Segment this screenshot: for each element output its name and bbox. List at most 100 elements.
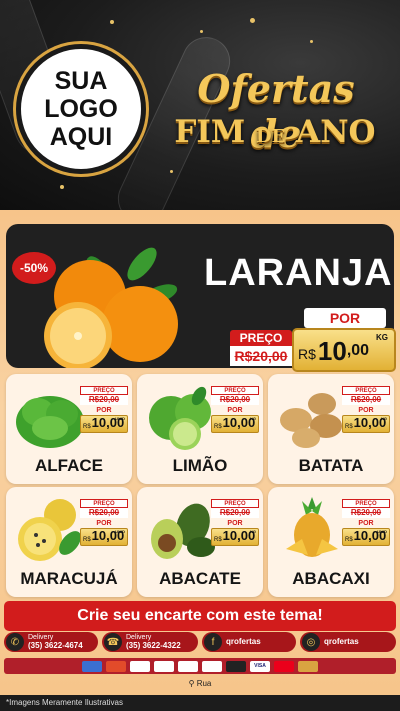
currency: R$	[83, 537, 91, 543]
currency: R$	[83, 424, 91, 430]
store-logo-placeholder[interactable]: SUA LOGO AQUI	[16, 44, 146, 174]
sparkle	[250, 18, 255, 23]
preco-label: PREÇO	[80, 386, 128, 395]
old-price: R$20,00	[342, 508, 390, 518]
por-label: POR	[358, 407, 374, 414]
avocado-image	[151, 503, 215, 559]
logo-line-3: AQUI	[49, 123, 113, 151]
whatsapp-icon: ✆	[6, 633, 24, 651]
payment-method-icon: VISA	[250, 660, 270, 672]
phone-icon: ☎	[104, 633, 122, 651]
logo-line-1: SUA	[54, 67, 108, 95]
por-label: POR	[304, 308, 386, 328]
payment-method-icon	[130, 660, 150, 672]
contact-facebook[interactable]: f qrofertas	[202, 632, 296, 652]
pineapple-image	[286, 497, 338, 557]
preco-label: PREÇO	[80, 499, 128, 508]
product-name: LIMÃO	[172, 456, 228, 475]
product-card[interactable]: PREÇO R$20,00 POR R$ 10,00 KG ABACATE	[137, 487, 263, 597]
sparkle	[310, 40, 313, 43]
header-banner: SUA LOGO AQUI Ofertas de FIM DE ANO	[0, 0, 400, 210]
headline-word-ano: ANO	[296, 114, 376, 150]
old-price: R$20,00	[230, 346, 292, 366]
unit-label: UNID	[115, 529, 125, 534]
sparkle	[170, 170, 173, 173]
contact-instagram[interactable]: ◎ qrofertas	[300, 632, 396, 652]
sparkle	[110, 20, 114, 24]
payment-method-icon	[82, 660, 102, 672]
currency: R$	[214, 537, 222, 543]
preco-label: PREÇO	[342, 386, 390, 395]
product-name: MARACUJÁ	[20, 569, 118, 588]
cta-banner[interactable]: Crie seu encarte com este tema!	[4, 601, 396, 631]
price-box: R$ 10,00 KG	[211, 528, 259, 546]
currency: R$	[298, 346, 316, 362]
price-tag: PREÇO R$20,00 POR R$ 10,00 KG	[211, 499, 259, 546]
potato-image	[280, 393, 342, 448]
price-tag: PREÇO R$20,00 POR R$ 10,00 UNID	[80, 499, 128, 546]
payment-method-icon	[226, 660, 246, 672]
contact-value: (35) 3622-4674	[28, 640, 83, 650]
price-box: R$ 10,00 UNID	[80, 415, 128, 433]
instagram-icon: ◎	[302, 633, 320, 651]
product-name: ABACATE	[159, 569, 241, 588]
lettuce-image	[16, 396, 84, 448]
product-card[interactable]: PREÇO R$20,00 POR R$ 10,00 KG LIMÃO	[137, 374, 263, 484]
contact-label: Delivery	[28, 633, 54, 641]
contact-text: Delivery (35) 3622-4674	[28, 634, 83, 651]
currency: R$	[214, 424, 222, 430]
lime-image	[149, 386, 211, 450]
contact-whatsapp[interactable]: ✆ Delivery (35) 3622-4674	[4, 632, 98, 652]
unit-label: KG	[381, 416, 387, 421]
price-tag: PREÇO R$20,00 POR R$ 10,00 KG	[342, 386, 390, 433]
payment-method-icon	[298, 660, 318, 672]
contact-text: qrofertas	[324, 637, 359, 647]
product-name: BATATA	[298, 456, 364, 475]
footer-disclaimer: *Imagens Meramente Ilustrativas	[0, 695, 400, 711]
product-card[interactable]: PREÇO R$20,00 POR R$ 10,00 UNID MARACUJÁ	[6, 487, 132, 597]
preco-label: PREÇO	[211, 499, 259, 508]
contact-bar: ✆ Delivery (35) 3622-4674 ☎ Delivery (35) …	[0, 632, 400, 656]
price-box: R$ 10,00 KG	[342, 415, 390, 433]
price-box: R$ 10,00 UNID	[80, 528, 128, 546]
payment-method-icon	[274, 660, 294, 672]
product-card[interactable]: PREÇO R$20,00 POR R$ 10,00 UNID ALFACE	[6, 374, 132, 484]
featured-product-card[interactable]: -50% LARANJA POR PREÇO R$20,00 R$ 10 ,00…	[6, 224, 396, 372]
address-line: ⚲ Rua	[0, 679, 400, 695]
discount-badge: -50%	[12, 252, 56, 284]
currency: R$	[345, 424, 353, 430]
payment-methods-bar: VISA	[4, 658, 396, 674]
logo-line-2: LOGO	[44, 95, 118, 123]
por-label: POR	[227, 520, 243, 527]
product-card[interactable]: PREÇO R$20,00 POR R$ 10,00 KG BATATA	[268, 374, 394, 484]
por-label: POR	[227, 407, 243, 414]
preco-label: PREÇO	[211, 386, 259, 395]
facebook-icon: f	[204, 633, 222, 651]
location-pin-icon: ⚲	[188, 679, 195, 688]
price-box: R$ 10,00 UNID	[342, 528, 390, 546]
preco-label: PREÇO	[342, 499, 390, 508]
currency: R$	[345, 537, 353, 543]
product-card[interactable]: PREÇO R$20,00 POR R$ 10,00 UNID ABACAXI	[268, 487, 394, 597]
orange-image	[44, 247, 178, 368]
old-price: R$20,00	[80, 508, 128, 518]
contact-phone[interactable]: ☎ Delivery (35) 3622-4322	[102, 632, 198, 652]
price-tag: PREÇO R$20,00 POR R$ 10,00 UNID	[342, 499, 390, 546]
offers-body: -50% LARANJA POR PREÇO R$20,00 R$ 10 ,00…	[0, 210, 400, 711]
old-price: R$20,00	[342, 395, 390, 405]
product-name: ABACAXI	[292, 569, 370, 588]
por-label: POR	[96, 520, 112, 527]
unit-label: UNID	[115, 416, 125, 421]
price-tag: R$ 10 ,00 KG	[292, 328, 396, 372]
payment-method-icon	[106, 660, 126, 672]
old-price: R$20,00	[211, 508, 259, 518]
unit-label: KG	[250, 529, 256, 534]
old-price: R$20,00	[80, 395, 128, 405]
payment-method-icon	[202, 660, 222, 672]
price-tag: PREÇO R$20,00 POR R$ 10,00 UNID	[80, 386, 128, 433]
unit-label: UNID	[377, 529, 387, 534]
price-box: R$ 10,00 KG	[211, 415, 259, 433]
price-value: 10	[317, 336, 347, 366]
price-tag: PREÇO R$20,00 POR R$ 10,00 KG	[211, 386, 259, 433]
sparkle	[60, 185, 64, 189]
